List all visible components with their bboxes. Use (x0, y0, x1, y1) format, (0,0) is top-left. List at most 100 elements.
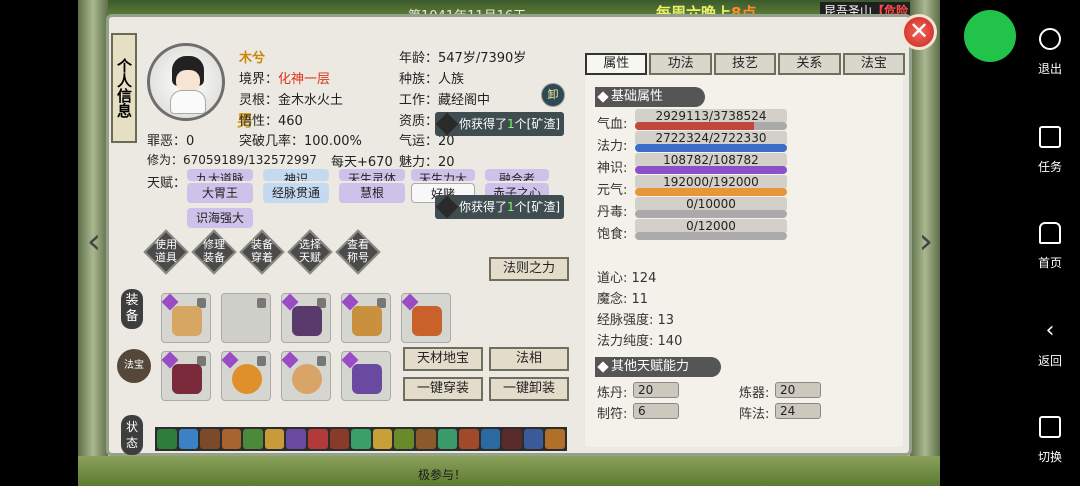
status-effect-icon[interactable] (264, 429, 285, 449)
tab-relations[interactable]: 关系 (778, 53, 841, 75)
select-talent-button[interactable]: 选择天赋 (287, 229, 333, 275)
close-icon[interactable]: ✕ (901, 14, 937, 50)
tab-skills[interactable]: 技艺 (713, 53, 777, 75)
status-effect-icon[interactable] (178, 429, 199, 449)
repair-equipment-button[interactable]: 修理装备 (191, 229, 237, 275)
stat-label: 饱食: (597, 227, 628, 242)
status-effects-bar (155, 427, 567, 451)
tab-techniques[interactable]: 功法 (649, 53, 712, 75)
character-name: 木兮 (239, 51, 266, 66)
forging-value: 20 (775, 382, 821, 398)
dharma-form-button[interactable]: 法相 (489, 347, 569, 371)
unload-work-button[interactable]: 卸 (541, 83, 565, 107)
talent-tag[interactable]: 大胃王 (187, 183, 253, 203)
talent-tag[interactable]: 慧根 (339, 183, 405, 203)
switch-icon (1039, 416, 1061, 438)
document-icon (1039, 126, 1061, 148)
breakthrough-row: 突破几率：100.00% (239, 134, 362, 149)
status-effect-icon[interactable] (221, 429, 242, 449)
status-effect-icon[interactable] (243, 429, 263, 449)
talent-label: 天赋： (147, 176, 187, 191)
wifi-icon[interactable] (964, 10, 1016, 62)
equipment-slot-empty[interactable] (221, 293, 271, 343)
status-effect-icon[interactable] (437, 429, 458, 449)
equipment-slot[interactable] (341, 293, 391, 343)
stat-label: 气血: (597, 117, 628, 132)
status-effect-icon[interactable] (480, 429, 501, 449)
home-icon (1039, 222, 1061, 244)
view-title-button[interactable]: 查看称号 (335, 229, 381, 275)
demon-thought-row: 魔念: 11 (597, 292, 649, 307)
system-sidebar: 退出 任务 首页 ‹ 返回 切换 (940, 0, 1080, 486)
treasure-slot[interactable] (161, 351, 211, 401)
work-row: 工作：藏经阁中 (399, 93, 491, 108)
stat-value: 192000/192000 (663, 175, 759, 189)
treasure-label[interactable]: 法宝 (117, 349, 151, 383)
ore-icon (435, 112, 459, 136)
home-button[interactable]: 首页 (1030, 222, 1070, 271)
talent-tag[interactable]: 识海强大 (187, 208, 253, 228)
equipment-slot[interactable] (161, 293, 211, 343)
equipment-slot[interactable] (401, 293, 451, 343)
status-effect-icon[interactable] (415, 429, 436, 449)
loot-toast: 你获得了1个[矿渣] (435, 112, 565, 136)
status-effect-icon[interactable] (394, 429, 414, 449)
tab-attributes[interactable]: 属性 (585, 53, 648, 75)
panel-title: 个人信息 (111, 33, 137, 143)
back-button[interactable]: ‹ 返回 (1030, 320, 1070, 369)
charm-row: 魅力：20 (399, 155, 455, 170)
heavenly-treasure-button[interactable]: 天材地宝 (403, 347, 483, 371)
meridian-strength-row: 经脉强度: 13 (597, 313, 675, 328)
status-effect-icon[interactable] (372, 429, 393, 449)
chevron-left-icon[interactable]: ‹ (84, 222, 104, 262)
use-item-button[interactable]: 使用道具 (143, 229, 189, 275)
dao-heart-row: 道心: 124 (597, 271, 657, 286)
stat-progress-fill (635, 144, 787, 152)
equip-all-button[interactable]: 一键穿装 (403, 377, 483, 401)
law-power-button[interactable]: 法则之力 (489, 257, 569, 281)
status-effect-icon[interactable] (329, 429, 350, 449)
stat-label: 元气: (597, 183, 628, 198)
mana-purity-row: 法力纯度: 140 (597, 334, 683, 349)
treasure-slot[interactable] (281, 351, 331, 401)
treasure-slot[interactable] (341, 351, 391, 401)
talent-tag[interactable]: 天生灵体 (339, 169, 405, 181)
status-effect-icon[interactable] (200, 429, 220, 449)
power-icon (1039, 28, 1061, 50)
stat-value: 0/10000 (686, 197, 736, 211)
stat-progress-bar (635, 232, 787, 240)
race-row: 种族：人族 (399, 72, 465, 87)
unequip-all-button[interactable]: 一键卸装 (489, 377, 569, 401)
talent-tag[interactable]: 经脉贯通 (263, 183, 329, 203)
talent-tag[interactable]: 神识 (263, 169, 329, 181)
stat-value: 0/12000 (686, 219, 736, 233)
talent-tag[interactable]: 天生力大 (411, 169, 475, 181)
status-effect-icon[interactable] (157, 429, 177, 449)
tab-treasures[interactable]: 法宝 (842, 53, 906, 75)
talent-tag[interactable]: 九大道脉 (187, 169, 253, 181)
attribute-tabs: 属性 功法 技艺 关系 法宝 (585, 53, 906, 75)
status-effect-icon[interactable] (286, 429, 307, 449)
per-day-row: 每天+670 (331, 155, 393, 170)
root-row: 灵根：金木水火土 (239, 93, 344, 108)
switch-button[interactable]: 切换 (1030, 416, 1070, 465)
status-effect-icon[interactable] (545, 429, 565, 449)
stat-value: 108782/108782 (663, 153, 759, 167)
forging-label: 炼器: (739, 386, 770, 401)
equip-wear-button[interactable]: 装备穿着 (239, 229, 285, 275)
status-effect-icon[interactable] (523, 429, 544, 449)
back-icon: ‹ (1045, 318, 1055, 343)
equipment-slot[interactable] (281, 293, 331, 343)
exit-button[interactable]: 退出 (1030, 28, 1070, 77)
talent-tag[interactable]: 融合者 (485, 169, 549, 181)
alchemy-label: 炼丹: (597, 386, 628, 401)
status-effect-icon[interactable] (308, 429, 328, 449)
treasure-slot[interactable] (221, 351, 271, 401)
chevron-right-icon[interactable]: › (916, 222, 936, 262)
status-effect-icon[interactable] (351, 429, 371, 449)
status-effect-icon[interactable] (459, 429, 479, 449)
status-effect-icon[interactable] (502, 429, 522, 449)
avatar[interactable] (147, 43, 225, 121)
stat-progress-bar (635, 144, 787, 152)
task-button[interactable]: 任务 (1030, 126, 1070, 175)
